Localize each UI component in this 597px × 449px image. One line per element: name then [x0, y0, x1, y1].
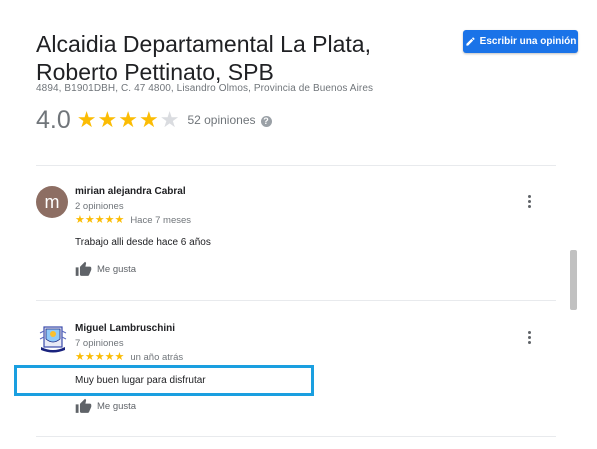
review-stars: ★★★★★ un año atrás	[75, 351, 184, 364]
reviewer-review-count: 7 opiniones	[75, 338, 124, 349]
thumbs-up-icon	[75, 261, 92, 276]
more-options-icon[interactable]	[522, 330, 536, 344]
star-empty-icon: ★	[159, 107, 180, 132]
review-text: Trabajo alli desde hace 6 años	[75, 237, 211, 248]
review-date: Hace 7 meses	[130, 215, 192, 226]
avatar[interactable]: m	[36, 186, 68, 218]
reviewer-name[interactable]: mirian alejandra Cabral	[75, 186, 186, 197]
review-stars-glyphs: ★★★★★	[75, 214, 125, 226]
place-address: 4894, B1901DBH, C. 47 4800, Lisandro Olm…	[36, 83, 374, 94]
rating-summary: 4.0 ★ ★ ★ ★ ★ 52 opiniones ?	[36, 105, 272, 135]
crest-avatar-icon[interactable]	[38, 323, 68, 355]
like-button[interactable]: Me gusta	[75, 398, 136, 415]
divider	[36, 436, 556, 437]
pencil-icon	[466, 37, 475, 46]
like-label: Me gusta	[97, 264, 137, 275]
review-stars: ★★★★★ Hace 7 meses	[75, 214, 192, 227]
star-icon: ★	[76, 107, 97, 132]
more-options-icon[interactable]	[522, 194, 536, 208]
review-stars-glyphs: ★★★★★	[75, 351, 125, 363]
review-date: un año atrás	[130, 352, 184, 363]
like-label: Me gusta	[97, 401, 137, 412]
divider	[36, 165, 556, 166]
divider	[36, 300, 556, 301]
review-count[interactable]: 52 opiniones	[187, 113, 255, 127]
highlight-box	[14, 365, 314, 396]
write-review-button[interactable]: Escribir una opinión	[463, 30, 578, 53]
star-icon: ★	[97, 107, 118, 132]
scrollbar-thumb[interactable]	[570, 250, 577, 310]
reviewer-review-count: 2 opiniones	[75, 201, 124, 212]
star-icon: ★	[138, 107, 159, 132]
place-title: Alcaidia Departamental La Plata, Roberto…	[36, 31, 371, 85]
star-icon: ★	[118, 107, 138, 132]
reviewer-name[interactable]: Miguel Lambruschini	[75, 323, 175, 334]
rating-stars: ★ ★ ★ ★ ★	[77, 109, 180, 131]
rating-value: 4.0	[36, 105, 71, 134]
write-review-label: Escribir una opinión	[479, 36, 577, 47]
info-icon[interactable]: ?	[260, 115, 272, 127]
like-button[interactable]: Me gusta	[75, 261, 136, 278]
thumbs-up-icon	[75, 398, 92, 413]
